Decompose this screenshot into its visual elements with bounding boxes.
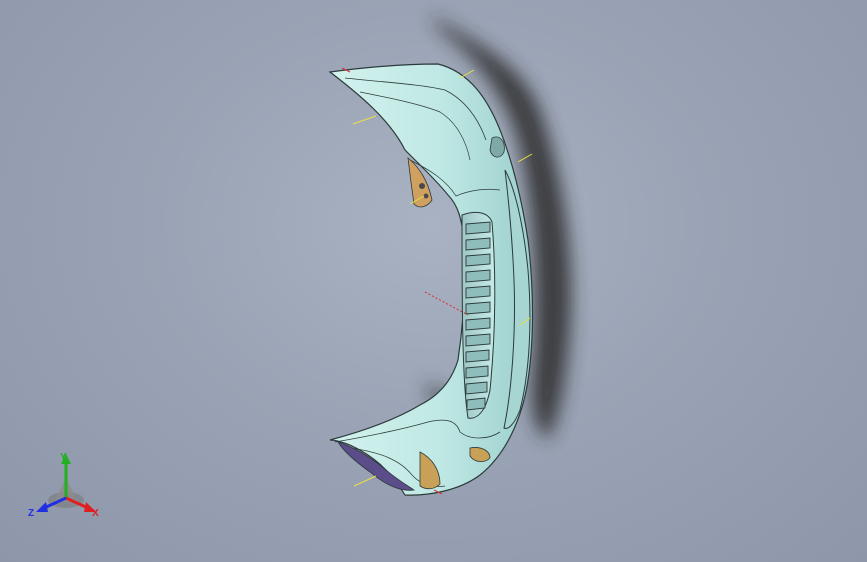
upper-right-vent xyxy=(489,136,505,158)
coordinate-triad: Y X Z xyxy=(28,452,99,519)
graphics-viewport[interactable] xyxy=(0,0,867,562)
y-axis-label: Y xyxy=(60,452,67,463)
z-axis-arrow-icon xyxy=(36,502,48,512)
bumper-outer-shell xyxy=(328,63,534,496)
x-axis-label: X xyxy=(92,508,99,519)
z-axis-label: Z xyxy=(28,508,34,519)
bumper-part-icon[interactable] xyxy=(328,63,534,496)
